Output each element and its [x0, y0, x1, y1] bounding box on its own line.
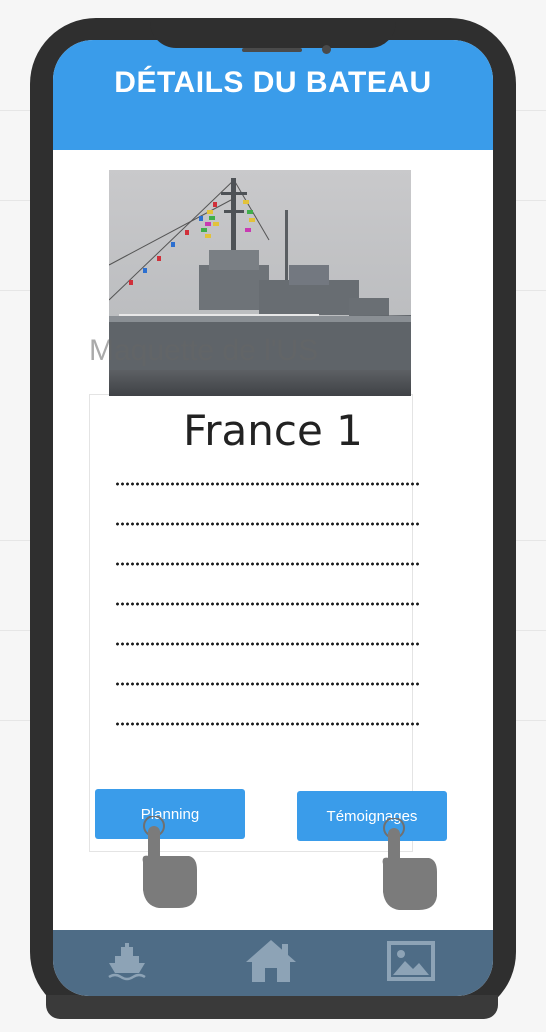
nav-boats[interactable]	[97, 938, 157, 988]
home-icon	[244, 938, 298, 989]
tap-hand-icon	[379, 817, 439, 915]
ship-icon	[107, 941, 147, 986]
boat-caption: Maquette de l'US	[89, 334, 319, 367]
detail-placeholder-line	[115, 602, 421, 606]
page-title: DÉTAILS DU BATEAU	[114, 66, 432, 99]
phone-notch	[150, 18, 396, 48]
tap-hand-icon	[139, 815, 199, 913]
boat-name: France 1	[183, 406, 363, 455]
nav-home[interactable]	[241, 938, 301, 988]
bottom-nav	[53, 930, 493, 996]
detail-placeholder-line	[115, 642, 421, 646]
detail-placeholder-line	[115, 562, 421, 566]
image-icon	[387, 940, 435, 986]
phone-camera	[322, 45, 331, 54]
detail-placeholder-line	[115, 522, 421, 526]
phone-bottom-edge	[46, 995, 498, 1019]
app-header: DÉTAILS DU BATEAU	[53, 40, 493, 150]
phone-speaker	[242, 48, 302, 52]
phone-screen: DÉTAILS DU BATEAU Maquette de l'US Franc…	[53, 40, 493, 996]
nav-gallery[interactable]	[381, 938, 441, 988]
detail-card	[89, 394, 413, 852]
detail-placeholder-line	[115, 682, 421, 686]
detail-placeholder-line	[115, 722, 421, 726]
detail-placeholder-line	[115, 482, 421, 486]
